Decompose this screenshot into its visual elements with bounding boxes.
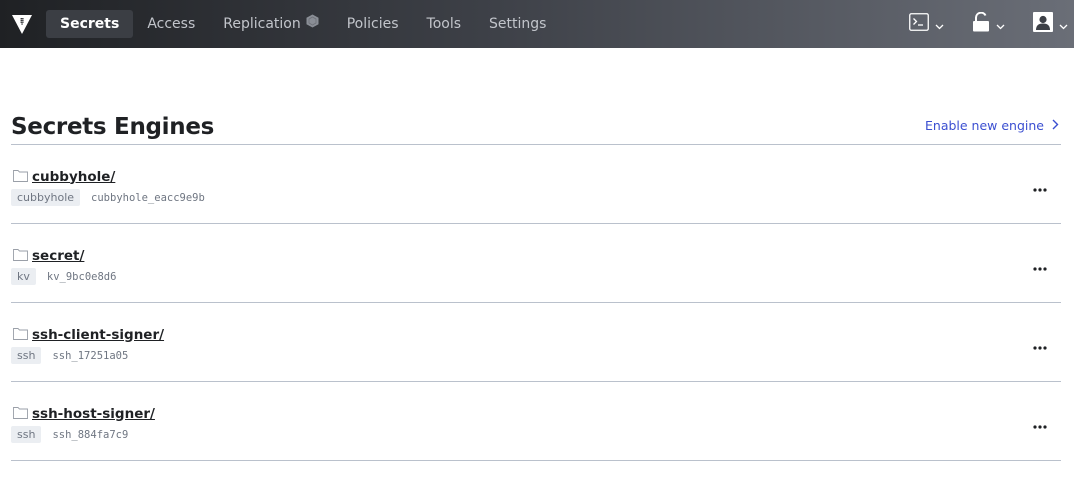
nav-access[interactable]: Access [133, 10, 209, 38]
nav-policies[interactable]: Policies [333, 10, 413, 38]
nav-tools-label: Tools [426, 16, 462, 32]
list-item[interactable]: ssh-host-signer/ ssh ssh_884fa7c9 [11, 382, 1061, 461]
more-options-button[interactable] [1029, 252, 1051, 279]
nav-tools[interactable]: Tools [413, 10, 476, 38]
ellipsis-icon [1033, 335, 1047, 354]
enable-new-engine-label: Enable new engine [925, 118, 1044, 133]
engine-path: cubbyhole/ [13, 167, 115, 186]
engine-type-tag: ssh [11, 347, 42, 364]
engine-accessor: kv_9bc0e8d6 [46, 270, 117, 283]
enable-new-engine-link[interactable]: Enable new engine [925, 118, 1059, 144]
chevron-down-icon [996, 15, 1005, 34]
engine-path-link[interactable]: ssh-host-signer/ [32, 406, 155, 422]
nav-access-label: Access [147, 16, 196, 32]
engine-type-tag: kv [11, 268, 36, 285]
engine-accessor: ssh_884fa7c9 [52, 428, 129, 441]
engine-meta: ssh ssh_884fa7c9 [11, 426, 128, 443]
engine-type-tag: cubbyhole [11, 189, 81, 206]
main-nav: Secrets Access Replication Policies Tool… [46, 0, 560, 48]
nav-replication-label: Replication [223, 16, 301, 32]
list-item[interactable]: secret/ kv kv_9bc0e8d6 [11, 224, 1061, 303]
more-options-button[interactable] [1029, 173, 1051, 200]
folder-icon [13, 246, 28, 265]
engine-path-link[interactable]: ssh-client-signer/ [32, 327, 164, 343]
nav-secrets-label: Secrets [60, 16, 120, 32]
terminal-icon [909, 13, 929, 35]
nav-settings-label: Settings [489, 16, 547, 32]
unlock-icon [972, 11, 990, 36]
engine-path: ssh-client-signer/ [13, 325, 164, 344]
top-navigation-bar: Secrets Access Replication Policies Tool… [0, 0, 1074, 48]
ellipsis-icon [1033, 414, 1047, 433]
folder-icon [13, 404, 28, 423]
engine-accessor: ssh_17251a05 [52, 349, 129, 362]
console-toggle-button[interactable] [909, 13, 944, 35]
chevron-right-icon [1044, 118, 1059, 133]
nav-replication[interactable]: Replication [209, 10, 332, 38]
engine-type-tag: ssh [11, 426, 42, 443]
page-header: Secrets Engines Enable new engine [11, 104, 1061, 145]
engine-path-link[interactable]: cubbyhole/ [32, 169, 115, 185]
hexagon-icon [306, 10, 319, 38]
chevron-down-icon [1059, 15, 1068, 34]
folder-icon [13, 325, 28, 344]
nav-policies-label: Policies [346, 16, 399, 32]
engine-path: secret/ [13, 246, 84, 265]
list-item[interactable]: cubbyhole/ cubbyhole cubbyhole_eacc9e9b [11, 145, 1061, 224]
nav-settings[interactable]: Settings [475, 10, 560, 38]
header-tools [909, 0, 1074, 48]
user-menu-button[interactable] [1033, 12, 1068, 36]
main-content: Secrets Engines Enable new engine cubbyh… [11, 104, 1061, 461]
more-options-button[interactable] [1029, 410, 1051, 437]
engine-meta: cubbyhole cubbyhole_eacc9e9b [11, 189, 205, 206]
engine-meta: ssh ssh_17251a05 [11, 347, 128, 364]
ellipsis-icon [1033, 256, 1047, 275]
ellipsis-icon [1033, 177, 1047, 196]
folder-icon [13, 167, 28, 186]
nav-secrets[interactable]: Secrets [46, 10, 134, 38]
vault-logo-icon[interactable] [10, 12, 34, 36]
page-title: Secrets Engines [11, 114, 215, 140]
chevron-down-icon [935, 15, 944, 34]
seal-status-button[interactable] [972, 11, 1005, 36]
more-options-button[interactable] [1029, 331, 1051, 358]
user-icon [1033, 12, 1053, 36]
engine-accessor: cubbyhole_eacc9e9b [91, 191, 205, 204]
list-item[interactable]: ssh-client-signer/ ssh ssh_17251a05 [11, 303, 1061, 382]
engine-path: ssh-host-signer/ [13, 404, 155, 423]
engine-path-link[interactable]: secret/ [32, 248, 84, 264]
engine-meta: kv kv_9bc0e8d6 [11, 268, 116, 285]
